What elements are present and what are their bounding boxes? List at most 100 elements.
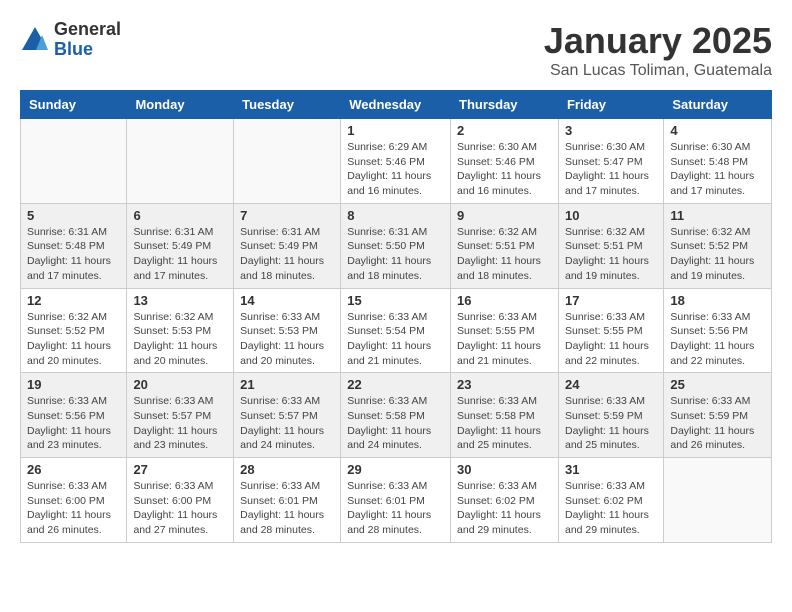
day-info: Sunrise: 6:32 AM Sunset: 5:53 PM Dayligh…	[133, 310, 227, 369]
day-info: Sunrise: 6:33 AM Sunset: 5:56 PM Dayligh…	[27, 394, 120, 453]
logo: General Blue	[20, 20, 121, 60]
day-number: 23	[457, 377, 552, 392]
table-row: 25Sunrise: 6:33 AM Sunset: 5:59 PM Dayli…	[664, 373, 772, 458]
table-row: 9Sunrise: 6:32 AM Sunset: 5:51 PM Daylig…	[451, 203, 559, 288]
day-info: Sunrise: 6:33 AM Sunset: 6:00 PM Dayligh…	[27, 479, 120, 538]
day-info: Sunrise: 6:32 AM Sunset: 5:51 PM Dayligh…	[457, 225, 552, 284]
day-number: 4	[670, 123, 765, 138]
day-number: 18	[670, 293, 765, 308]
month-title: January 2025	[544, 20, 772, 62]
table-row: 6 Sunrise: 6:31 AM Sunset: 5:49 PM Daylig…	[127, 203, 234, 288]
day-number: 6	[133, 208, 227, 223]
header-friday: Friday	[558, 91, 663, 119]
table-row: 5 Sunrise: 6:31 AM Sunset: 5:48 PM Daylig…	[21, 203, 127, 288]
table-row: 12Sunrise: 6:32 AM Sunset: 5:52 PM Dayli…	[21, 288, 127, 373]
day-info: Sunrise: 6:33 AM Sunset: 6:01 PM Dayligh…	[240, 479, 334, 538]
day-number: 21	[240, 377, 334, 392]
day-info: Sunrise: 6:33 AM Sunset: 5:59 PM Dayligh…	[670, 394, 765, 453]
table-row: 28 Sunrise: 6:33 AM Sunset: 6:01 PM Dayli…	[234, 458, 341, 543]
calendar-week-row: 26 Sunrise: 6:33 AM Sunset: 6:00 PM Dayli…	[21, 458, 772, 543]
day-info: Sunrise: 6:31 AM Sunset: 5:48 PM Dayligh…	[27, 225, 120, 284]
day-info: Sunrise: 6:32 AM Sunset: 5:52 PM Dayligh…	[670, 225, 765, 284]
table-row: 31 Sunrise: 6:33 AM Sunset: 6:02 PM Dayli…	[558, 458, 663, 543]
header-monday: Monday	[127, 91, 234, 119]
day-info: Sunrise: 6:33 AM Sunset: 6:00 PM Dayligh…	[133, 479, 227, 538]
day-info: Sunrise: 6:33 AM Sunset: 5:55 PM Dayligh…	[565, 310, 657, 369]
table-row: 18 Sunrise: 6:33 AM Sunset: 5:56 PM Dayli…	[664, 288, 772, 373]
day-number: 8	[347, 208, 444, 223]
table-row: 27 Sunrise: 6:33 AM Sunset: 6:00 PM Dayli…	[127, 458, 234, 543]
table-row: 8 Sunrise: 6:31 AM Sunset: 5:50 PM Daylig…	[341, 203, 451, 288]
day-number: 28	[240, 462, 334, 477]
table-row	[234, 119, 341, 204]
logo-general: General	[54, 20, 121, 40]
day-info: Sunrise: 6:30 AM Sunset: 5:46 PM Dayligh…	[457, 140, 552, 199]
day-info: Sunrise: 6:29 AM Sunset: 5:46 PM Dayligh…	[347, 140, 444, 199]
day-number: 3	[565, 123, 657, 138]
day-number: 15	[347, 293, 444, 308]
day-number: 2	[457, 123, 552, 138]
day-info: Sunrise: 6:33 AM Sunset: 5:59 PM Dayligh…	[565, 394, 657, 453]
day-info: Sunrise: 6:33 AM Sunset: 6:02 PM Dayligh…	[565, 479, 657, 538]
day-info: Sunrise: 6:31 AM Sunset: 5:50 PM Dayligh…	[347, 225, 444, 284]
table-row: 16Sunrise: 6:33 AM Sunset: 5:55 PM Dayli…	[451, 288, 559, 373]
table-row: 1 Sunrise: 6:29 AM Sunset: 5:46 PM Daylig…	[341, 119, 451, 204]
logo-icon	[20, 25, 50, 55]
day-info: Sunrise: 6:30 AM Sunset: 5:48 PM Dayligh…	[670, 140, 765, 199]
day-number: 22	[347, 377, 444, 392]
day-number: 27	[133, 462, 227, 477]
table-row: 26 Sunrise: 6:33 AM Sunset: 6:00 PM Dayli…	[21, 458, 127, 543]
weekday-header-row: Sunday Monday Tuesday Wednesday Thursday…	[21, 91, 772, 119]
day-info: Sunrise: 6:33 AM Sunset: 5:53 PM Dayligh…	[240, 310, 334, 369]
header-thursday: Thursday	[451, 91, 559, 119]
day-number: 31	[565, 462, 657, 477]
table-row: 4 Sunrise: 6:30 AM Sunset: 5:48 PM Daylig…	[664, 119, 772, 204]
page-header: General Blue January 2025 San Lucas Toli…	[20, 20, 772, 80]
day-number: 29	[347, 462, 444, 477]
table-row: 22 Sunrise: 6:33 AM Sunset: 5:58 PM Dayli…	[341, 373, 451, 458]
day-number: 7	[240, 208, 334, 223]
day-info: Sunrise: 6:33 AM Sunset: 6:02 PM Dayligh…	[457, 479, 552, 538]
day-number: 30	[457, 462, 552, 477]
calendar-table: Sunday Monday Tuesday Wednesday Thursday…	[20, 90, 772, 543]
day-number: 14	[240, 293, 334, 308]
day-number: 11	[670, 208, 765, 223]
calendar-week-row: 1 Sunrise: 6:29 AM Sunset: 5:46 PM Daylig…	[21, 119, 772, 204]
table-row: 15 Sunrise: 6:33 AM Sunset: 5:54 PM Dayli…	[341, 288, 451, 373]
table-row: 11 Sunrise: 6:32 AM Sunset: 5:52 PM Dayli…	[664, 203, 772, 288]
day-number: 19	[27, 377, 120, 392]
logo-blue: Blue	[54, 40, 121, 60]
day-info: Sunrise: 6:33 AM Sunset: 5:54 PM Dayligh…	[347, 310, 444, 369]
header-wednesday: Wednesday	[341, 91, 451, 119]
day-number: 26	[27, 462, 120, 477]
logo-text: General Blue	[54, 20, 121, 60]
day-number: 1	[347, 123, 444, 138]
table-row	[664, 458, 772, 543]
location-subtitle: San Lucas Toliman, Guatemala	[544, 62, 772, 80]
table-row	[21, 119, 127, 204]
day-info: Sunrise: 6:31 AM Sunset: 5:49 PM Dayligh…	[133, 225, 227, 284]
day-info: Sunrise: 6:33 AM Sunset: 6:01 PM Dayligh…	[347, 479, 444, 538]
day-info: Sunrise: 6:33 AM Sunset: 5:55 PM Dayligh…	[457, 310, 552, 369]
header-tuesday: Tuesday	[234, 91, 341, 119]
day-info: Sunrise: 6:32 AM Sunset: 5:52 PM Dayligh…	[27, 310, 120, 369]
day-info: Sunrise: 6:33 AM Sunset: 5:56 PM Dayligh…	[670, 310, 765, 369]
table-row: 17Sunrise: 6:33 AM Sunset: 5:55 PM Dayli…	[558, 288, 663, 373]
table-row: 13 Sunrise: 6:32 AM Sunset: 5:53 PM Dayli…	[127, 288, 234, 373]
calendar-week-row: 12Sunrise: 6:32 AM Sunset: 5:52 PM Dayli…	[21, 288, 772, 373]
table-row: 2 Sunrise: 6:30 AM Sunset: 5:46 PM Daylig…	[451, 119, 559, 204]
calendar-week-row: 19 Sunrise: 6:33 AM Sunset: 5:56 PM Dayli…	[21, 373, 772, 458]
day-number: 13	[133, 293, 227, 308]
title-block: January 2025 San Lucas Toliman, Guatemal…	[544, 20, 772, 80]
table-row: 7 Sunrise: 6:31 AM Sunset: 5:49 PM Daylig…	[234, 203, 341, 288]
day-info: Sunrise: 6:33 AM Sunset: 5:58 PM Dayligh…	[347, 394, 444, 453]
table-row: 21Sunrise: 6:33 AM Sunset: 5:57 PM Dayli…	[234, 373, 341, 458]
day-info: Sunrise: 6:33 AM Sunset: 5:58 PM Dayligh…	[457, 394, 552, 453]
table-row: 23 Sunrise: 6:33 AM Sunset: 5:58 PM Dayli…	[451, 373, 559, 458]
day-number: 5	[27, 208, 120, 223]
day-number: 20	[133, 377, 227, 392]
day-info: Sunrise: 6:31 AM Sunset: 5:49 PM Dayligh…	[240, 225, 334, 284]
day-info: Sunrise: 6:32 AM Sunset: 5:51 PM Dayligh…	[565, 225, 657, 284]
day-info: Sunrise: 6:30 AM Sunset: 5:47 PM Dayligh…	[565, 140, 657, 199]
table-row: 20Sunrise: 6:33 AM Sunset: 5:57 PM Dayli…	[127, 373, 234, 458]
